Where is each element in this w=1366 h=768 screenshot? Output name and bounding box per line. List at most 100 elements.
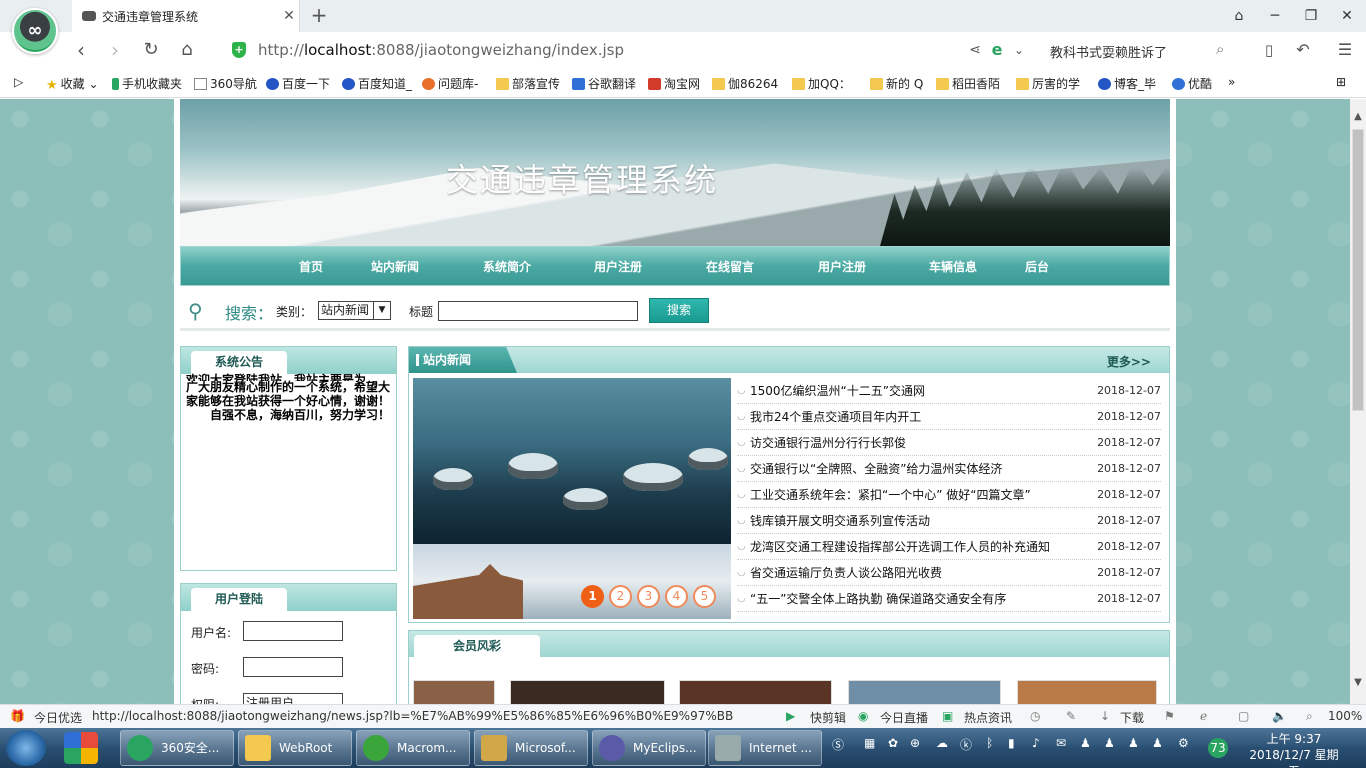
tab-close-icon[interactable]: ✕ <box>279 8 299 24</box>
bookmark-item[interactable]: 稻田香陌 <box>936 75 1000 92</box>
qq-icon[interactable]: ♟ <box>1080 736 1091 750</box>
carousel-dot[interactable]: 4 <box>665 585 688 608</box>
bookmark-item[interactable]: 加QQ： <box>792 75 851 92</box>
news-item[interactable]: ◡ “五一”交警全体上路执勤 确保道路交通安全有序 2018-12-07 <box>737 586 1161 612</box>
password-input[interactable] <box>243 657 343 677</box>
news-item[interactable]: ◡ 交通银行以“全牌照、全融资”给力温州实体经济 2018-12-07 <box>737 456 1161 482</box>
nav-about[interactable]: 系统简介 <box>483 258 531 275</box>
bluetooth-icon[interactable]: ᛒ <box>986 736 993 750</box>
news-item[interactable]: ◡ 省交通运输厅负责人谈公路阳光收费 2018-12-07 <box>737 560 1161 586</box>
member-photo[interactable] <box>679 680 832 704</box>
news-item[interactable]: ◡ 龙湾区交通工程建设指挥部公开选调工作人员的补充通知 2018-12-07 <box>737 534 1161 560</box>
tray-icon[interactable]: ▦ <box>864 736 875 750</box>
news-item[interactable]: ◡ 我市24个重点交通项目年内开工 2018-12-07 <box>737 404 1161 430</box>
news-item[interactable]: ◡ 工业交通系统年会：紧扣“一个中心” 做好“四篇文章” 2018-12-07 <box>737 482 1161 508</box>
member-photo[interactable] <box>848 680 1001 704</box>
flag-icon[interactable]: ⚑ <box>1164 709 1175 723</box>
status-item[interactable]: 今日直播 <box>880 709 928 726</box>
qq-icon[interactable]: ♟ <box>1104 736 1115 750</box>
bookmark-item[interactable]: 百度一下 <box>266 75 330 92</box>
tray-icon[interactable]: ⚙ <box>1178 736 1189 750</box>
bookmark-item[interactable]: 百度知道_ <box>342 75 412 92</box>
qq-icon[interactable]: ♟ <box>1152 736 1163 750</box>
carousel-dot[interactable]: 5 <box>693 585 716 608</box>
address-bar[interactable]: + http://localhost:8088/jiaotongweizhang… <box>232 38 1032 62</box>
taskbar-item[interactable]: Macrom... <box>356 730 470 766</box>
window-icon[interactable]: ▢ <box>1238 709 1249 723</box>
nav-guestbook[interactable]: 在线留言 <box>706 258 754 275</box>
title-input[interactable] <box>438 301 638 321</box>
search-suggestion[interactable]: 教科书式耍赖胜诉了 <box>1050 42 1167 61</box>
forward-icon[interactable]: › <box>102 38 128 62</box>
close-window-button[interactable]: ✕ <box>1330 0 1364 32</box>
member-photo[interactable] <box>413 680 495 704</box>
nav-home[interactable]: 首页 <box>299 258 323 275</box>
nav-register-2[interactable]: 用户注册 <box>818 258 866 275</box>
bookmark-favorites[interactable]: ★ 收藏 ⌄ <box>46 75 99 93</box>
more-bookmarks-icon[interactable]: » <box>1228 75 1235 89</box>
new-tab-button[interactable]: + <box>308 4 330 26</box>
restore-button[interactable]: ❐ <box>1294 0 1328 32</box>
speed-icon[interactable]: ◷ <box>1030 709 1040 723</box>
status-item[interactable]: 下载 <box>1120 709 1144 726</box>
apps-grid-icon[interactable]: ⊞ <box>1336 75 1346 89</box>
scrollbar-thumb[interactable] <box>1352 129 1364 411</box>
carousel-image[interactable] <box>413 378 731 544</box>
bookmark-item[interactable]: 厉害的学 <box>1016 75 1080 92</box>
bookmark-item[interactable]: 伽86264 <box>712 75 778 92</box>
wechat-icon[interactable]: ✉ <box>1056 736 1066 750</box>
security-badge[interactable]: 73 <box>1208 738 1228 758</box>
network-icon[interactable]: ▮ <box>1008 736 1015 750</box>
tray-icon[interactable]: ⓚ <box>960 736 972 753</box>
device-icon[interactable]: ▯ <box>1256 38 1282 62</box>
bookmark-item[interactable]: 部落宣传 <box>496 75 560 92</box>
more-news-link[interactable]: 更多>> <box>1107 353 1151 370</box>
browser-tab[interactable]: 交通违章管理系统 ✕ <box>72 0 300 32</box>
member-photo[interactable] <box>1017 680 1157 704</box>
bookmark-item[interactable]: 360导航 <box>194 75 257 92</box>
bookmark-item[interactable]: 新的 Q <box>870 75 923 92</box>
tray-icon[interactable]: ☁ <box>936 736 948 750</box>
bookmark-item[interactable]: 淘宝网 <box>648 75 700 92</box>
minimize-button[interactable]: ─ <box>1258 0 1292 32</box>
username-input[interactable] <box>243 621 343 641</box>
carousel-dot[interactable]: 1 <box>581 585 604 608</box>
start-button[interactable] <box>6 730 46 766</box>
ie-icon[interactable]: ℯ <box>1200 709 1207 723</box>
vertical-scrollbar[interactable]: ▲ ▼ <box>1350 99 1366 704</box>
taskbar-item[interactable]: 360安全... <box>120 730 234 766</box>
bookmark-item[interactable]: 谷歌翻译 <box>572 75 636 92</box>
status-item[interactable]: 热点资讯 <box>964 709 1012 726</box>
bookmark-item[interactable]: 博客_毕 <box>1098 75 1156 92</box>
category-select[interactable]: 站内新闻 ▼ <box>318 301 391 320</box>
scroll-up-icon[interactable]: ▲ <box>1350 111 1366 122</box>
news-item[interactable]: ◡ 访交通银行温州分行行长郭俊 2018-12-07 <box>737 430 1161 456</box>
tray-icon[interactable]: ⊕ <box>910 736 920 750</box>
nav-news[interactable]: 站内新闻 <box>371 258 419 275</box>
carousel-dot[interactable]: 2 <box>609 585 632 608</box>
carousel-dot[interactable]: 3 <box>637 585 660 608</box>
system-clock[interactable]: 上午 9:37 2018/12/7 星期五 <box>1244 731 1344 768</box>
volume-icon[interactable]: 🔈 <box>1272 709 1287 723</box>
mode-dropdown-icon[interactable]: ⌄ <box>1006 38 1032 62</box>
role-select[interactable]: 注册用户 <box>243 693 343 704</box>
undo-icon[interactable]: ↶ <box>1290 38 1316 62</box>
browser-logo-icon[interactable] <box>12 8 58 54</box>
bookmark-item[interactable]: 优酷 <box>1172 75 1212 92</box>
menu-icon[interactable]: ☰ <box>1332 38 1358 62</box>
sogou-icon[interactable]: Ⓢ <box>832 736 844 753</box>
download-icon[interactable]: ↓ <box>1100 709 1110 723</box>
home-icon[interactable]: ⌂ <box>174 38 200 62</box>
search-icon[interactable]: ⌕ <box>1216 40 1224 58</box>
gift-icon[interactable]: 🎁 <box>10 709 25 723</box>
sidebar-toggle-icon[interactable]: ▷ <box>14 75 23 89</box>
taskbar-item[interactable]: Microsof... <box>474 730 588 766</box>
volume-icon[interactable]: ♪ <box>1032 736 1040 750</box>
news-item[interactable]: ◡ 钱库镇开展文明交通系列宣传活动 2018-12-07 <box>737 508 1161 534</box>
zoom-icon[interactable]: ⌕ <box>1306 709 1313 724</box>
status-item[interactable]: 快剪辑 <box>810 709 846 726</box>
shirt-skin-icon[interactable]: ⌂ <box>1222 0 1256 32</box>
scroll-down-icon[interactable]: ▼ <box>1350 677 1366 688</box>
app-launcher-icon[interactable] <box>64 732 98 764</box>
nav-admin[interactable]: 后台 <box>1025 258 1049 275</box>
